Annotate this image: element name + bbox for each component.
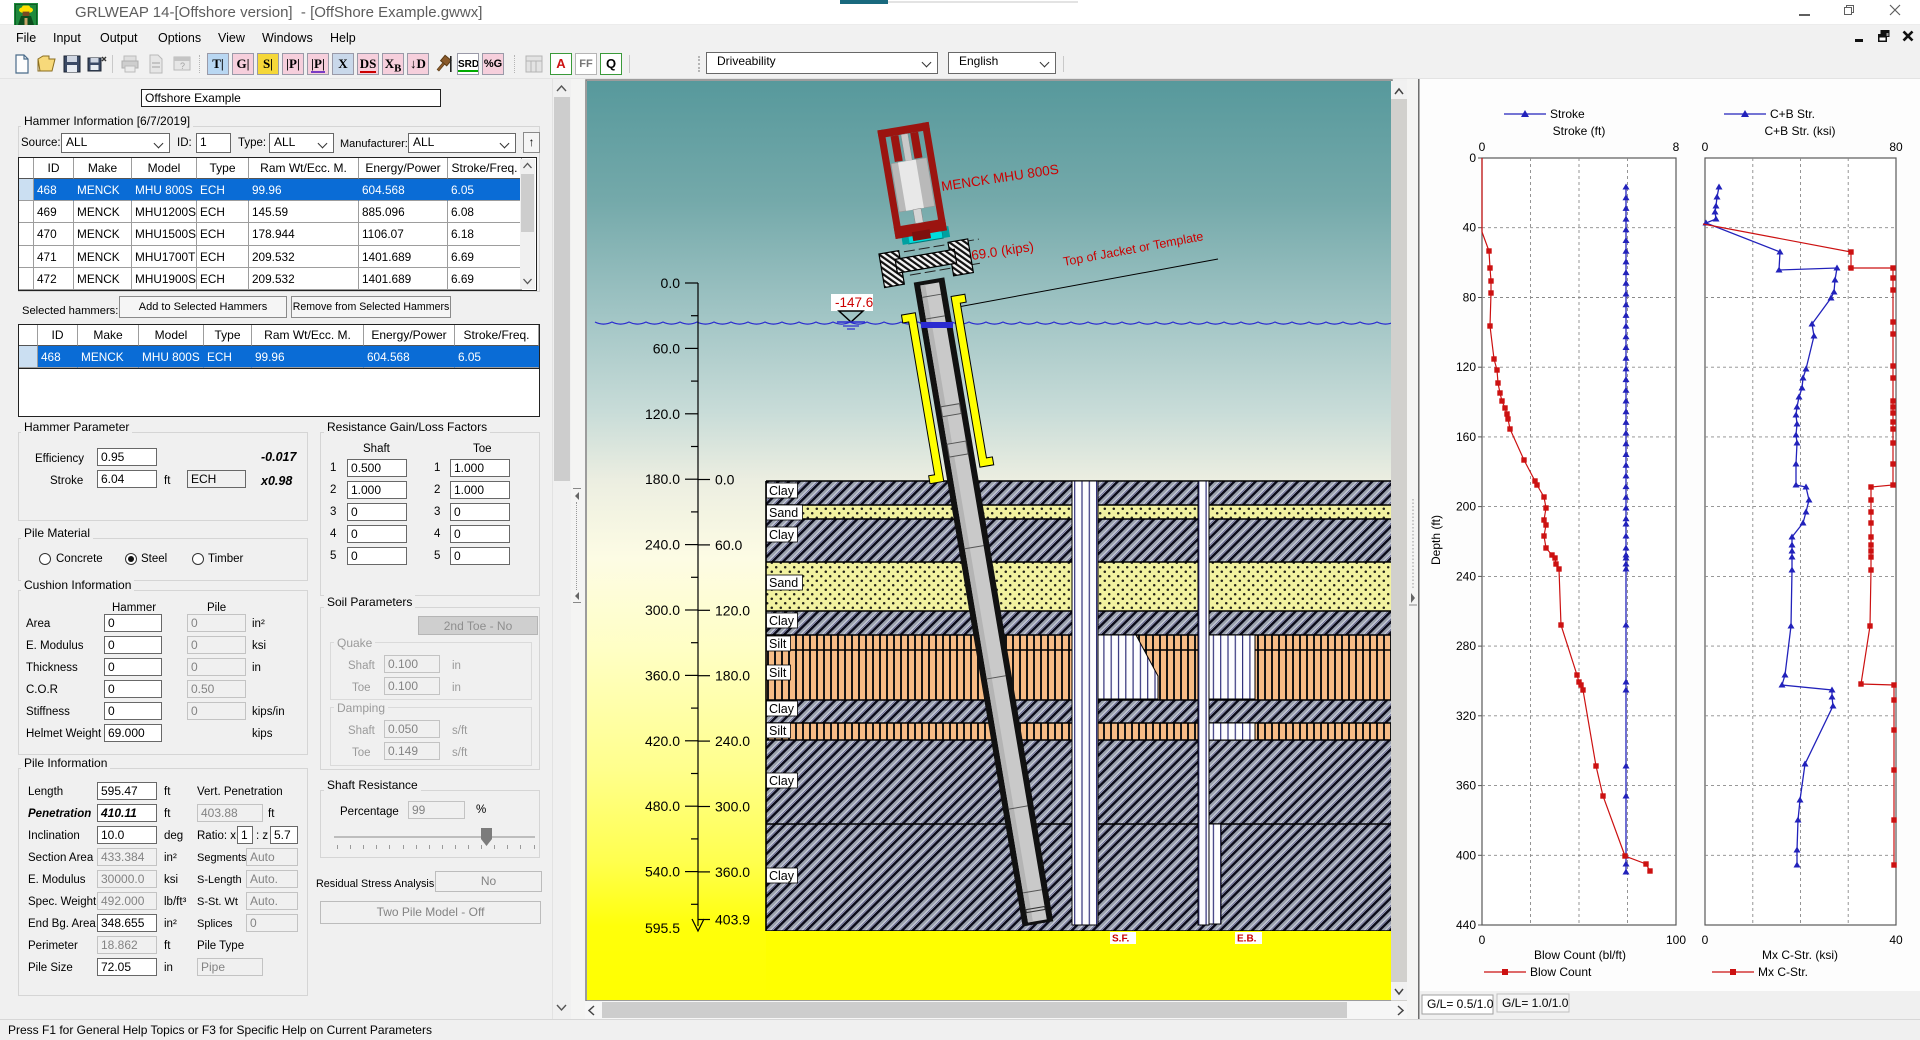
svg-text:Blow Count: Blow Count (1530, 965, 1592, 979)
svg-text:G/L= 0.5/1.0: G/L= 0.5/1.0 (1427, 997, 1494, 1011)
svg-text:Sand: Sand (769, 506, 798, 520)
svg-text:80: 80 (1463, 291, 1477, 305)
svg-text:E.B.: E.B. (1237, 934, 1257, 945)
svg-text:400: 400 (1456, 848, 1476, 862)
svg-text:C+B Str. (ksi): C+B Str. (ksi) (1764, 124, 1835, 138)
svg-text:595.5: 595.5 (645, 920, 680, 936)
svg-text:120: 120 (1456, 360, 1476, 374)
svg-text:320: 320 (1456, 709, 1476, 723)
svg-text:120.0: 120.0 (645, 406, 680, 422)
svg-text:0.0: 0.0 (661, 275, 681, 291)
svg-text:Clay: Clay (769, 702, 795, 716)
svg-text:Mx C-Str.: Mx C-Str. (1758, 965, 1808, 979)
svg-text:240: 240 (1456, 569, 1476, 583)
svg-text:240.0: 240.0 (715, 733, 750, 749)
svg-text:Clay: Clay (769, 869, 795, 883)
svg-text:440: 440 (1456, 918, 1476, 932)
svg-text:180.0: 180.0 (715, 668, 750, 684)
svg-text:Sand: Sand (769, 576, 798, 590)
svg-text:120.0: 120.0 (715, 602, 750, 618)
svg-text:480.0: 480.0 (645, 798, 680, 814)
svg-text:C+B Str.: C+B Str. (1770, 107, 1815, 121)
svg-text:0: 0 (1469, 151, 1476, 165)
svg-text:0: 0 (1479, 140, 1486, 154)
svg-text:0: 0 (1479, 933, 1486, 947)
svg-text:Stroke: Stroke (1550, 107, 1585, 121)
svg-text:80: 80 (1889, 140, 1903, 154)
svg-text:0.0: 0.0 (715, 472, 735, 488)
svg-text:160: 160 (1456, 430, 1476, 444)
svg-text:Mx C-Str. (ksi): Mx C-Str. (ksi) (1762, 948, 1838, 962)
svg-text:Clay: Clay (769, 528, 795, 542)
svg-text:Silt: Silt (769, 724, 787, 738)
svg-text:200: 200 (1456, 500, 1476, 514)
svg-text:403.9: 403.9 (715, 912, 750, 928)
svg-text:Blow Count (bl/ft): Blow Count (bl/ft) (1534, 948, 1626, 962)
svg-text:Silt: Silt (769, 666, 787, 680)
svg-text:-147.6: -147.6 (835, 295, 873, 310)
svg-text:100: 100 (1666, 933, 1686, 947)
svg-text:40: 40 (1463, 221, 1477, 235)
svg-text:360: 360 (1456, 779, 1476, 793)
svg-text:60.0: 60.0 (653, 340, 680, 356)
svg-text:360.0: 360.0 (645, 667, 680, 683)
svg-text:Stroke (ft): Stroke (ft) (1553, 124, 1606, 138)
svg-text:?: ? (180, 61, 185, 71)
svg-text:0: 0 (1702, 933, 1709, 947)
svg-text:40: 40 (1889, 933, 1903, 947)
svg-text:360.0: 360.0 (715, 864, 750, 880)
svg-text:300.0: 300.0 (645, 602, 680, 618)
svg-text:Clay: Clay (769, 614, 795, 628)
svg-text:420.0: 420.0 (645, 733, 680, 749)
svg-text:Silt: Silt (769, 637, 787, 651)
svg-text:280: 280 (1456, 639, 1476, 653)
svg-text:240.0: 240.0 (645, 537, 680, 553)
svg-text:8: 8 (1673, 140, 1680, 154)
svg-text:G/L= 1.0/1.0: G/L= 1.0/1.0 (1502, 996, 1569, 1010)
svg-text:Depth (ft): Depth (ft) (1429, 515, 1443, 565)
svg-text:Clay: Clay (769, 774, 795, 788)
svg-text:300.0: 300.0 (715, 799, 750, 815)
svg-text:S.F.: S.F. (1112, 934, 1129, 945)
svg-text:540.0: 540.0 (645, 864, 680, 880)
svg-text:180.0: 180.0 (645, 471, 680, 487)
svg-text:0: 0 (1702, 140, 1709, 154)
svg-text:60.0: 60.0 (715, 537, 742, 553)
svg-text:Clay: Clay (769, 484, 795, 498)
